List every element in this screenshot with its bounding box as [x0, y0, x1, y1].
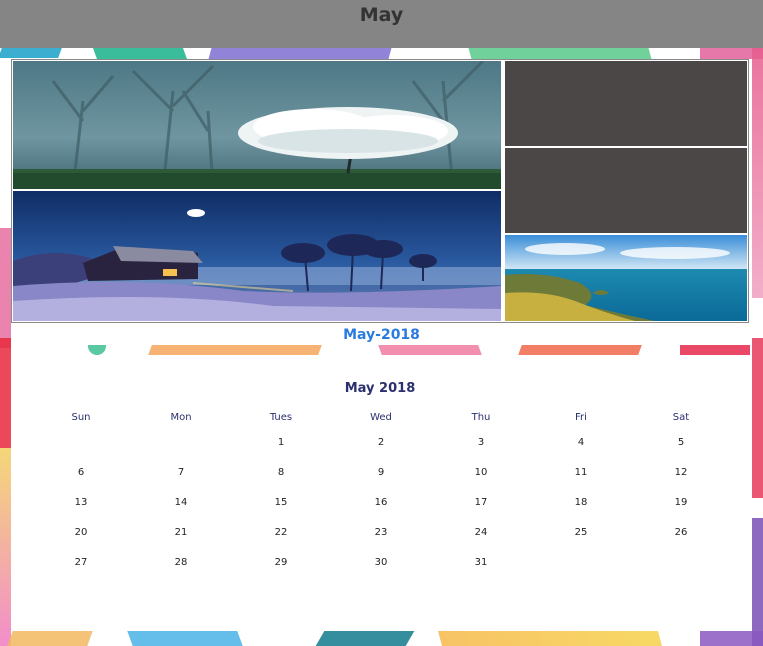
weekday-label: Wed [370, 411, 392, 423]
day-cell: 27 [74, 556, 88, 568]
day-cell: 31 [474, 556, 488, 568]
day-cell: 1 [277, 436, 285, 448]
day-cell: 18 [574, 496, 588, 508]
week-row: 1 2 3 4 5 [31, 427, 731, 457]
day-cell: 28 [174, 556, 188, 568]
day-cell: 19 [674, 496, 688, 508]
day-cell: 14 [174, 496, 188, 508]
weekday-label: Mon [170, 411, 192, 423]
day-cell: 15 [274, 496, 288, 508]
day-cell: 24 [474, 526, 488, 538]
calendar-panel: May 2018 Sun Mon Tues Wed Thu Fri Sat 1 … [12, 357, 748, 631]
day-cell: 20 [74, 526, 88, 538]
day-cell: 8 [277, 466, 285, 478]
photo-placeholder-2 [505, 148, 747, 233]
day-cell: 9 [377, 466, 385, 478]
day-cell: 6 [77, 466, 85, 478]
weekday-label: Sun [71, 411, 91, 423]
day-cell: 22 [274, 526, 288, 538]
weekday-label: Fri [575, 411, 587, 423]
night-cabin-photo [13, 191, 501, 321]
day-cell: 3 [477, 436, 485, 448]
day-cell: 26 [674, 526, 688, 538]
day-cell: 30 [374, 556, 388, 568]
day-cell: 10 [474, 466, 488, 478]
day-cell: 29 [274, 556, 288, 568]
weekday-label: Sat [672, 411, 690, 423]
weekday-label: Thu [471, 411, 491, 423]
week-row: 6 7 8 9 10 11 12 [31, 457, 731, 487]
day-cell: 23 [374, 526, 388, 538]
photo-placeholder-1 [505, 61, 747, 146]
calendar-title: May 2018 [344, 381, 416, 396]
day-cell: 13 [74, 496, 88, 508]
calendar-grid: Sun Mon Tues Wed Thu Fri Sat 1 2 3 4 5 6… [31, 407, 731, 577]
day-cell: 12 [674, 466, 688, 478]
day-cell: 17 [474, 496, 488, 508]
page-title: May [359, 4, 404, 26]
coast-photo [505, 235, 747, 321]
day-cell: 5 [677, 436, 685, 448]
day-cell: 2 [377, 436, 385, 448]
week-row: 20 21 22 23 24 25 26 [31, 517, 731, 547]
misty-tree-photo [13, 61, 501, 189]
calendar-page: May-2018 May 2018 Sun Mon Tues Wed Thu F… [0, 48, 763, 646]
month-caption: May-2018 [343, 327, 420, 343]
day-cell: 11 [574, 466, 588, 478]
week-row: 13 14 15 16 17 18 19 [31, 487, 731, 517]
day-cell: 4 [577, 436, 585, 448]
top-bar: May [0, 0, 763, 48]
photo-collage [11, 59, 749, 323]
day-cell: 25 [574, 526, 588, 538]
weekday-header-row: Sun Mon Tues Wed Thu Fri Sat [31, 407, 731, 427]
weekday-label: Tues [269, 411, 293, 423]
day-cell: 16 [374, 496, 388, 508]
day-cell: 21 [174, 526, 188, 538]
week-row: 27 28 29 30 31 [31, 547, 731, 577]
day-cell: 7 [177, 466, 185, 478]
